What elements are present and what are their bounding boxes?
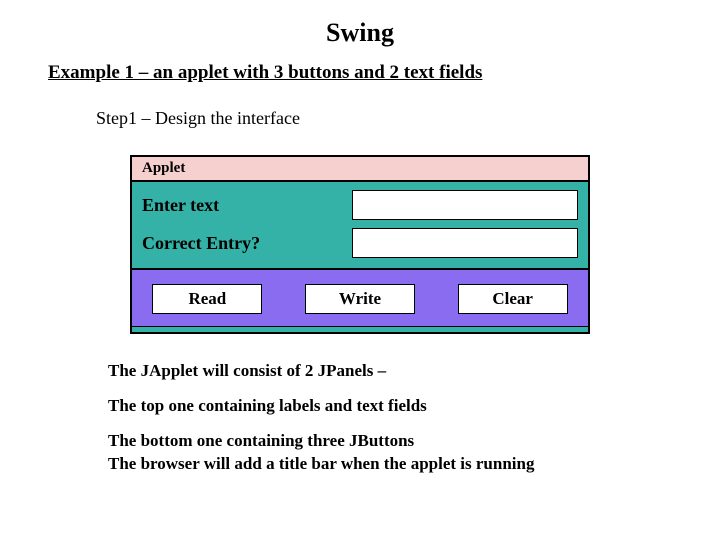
top-panel: Enter text Correct Entry?	[132, 182, 588, 268]
note-line: The bottom one containing three JButtons	[108, 430, 672, 453]
bottom-panel: Read Write Clear	[132, 268, 588, 326]
example-heading: Example 1 – an applet with 3 buttons and…	[48, 62, 672, 84]
write-button[interactable]: Write	[305, 284, 415, 314]
note-line: The JApplet will consist of 2 JPanels –	[108, 360, 672, 383]
applet-frame: Applet Enter text Correct Entry? Read Wr…	[130, 155, 590, 334]
step-heading: Step1 – Design the interface	[96, 108, 672, 129]
page-title: Swing	[48, 18, 672, 48]
field-row: Enter text	[142, 190, 578, 220]
notes-block: The JApplet will consist of 2 JPanels – …	[108, 360, 672, 476]
clear-button[interactable]: Clear	[458, 284, 568, 314]
read-button[interactable]: Read	[152, 284, 262, 314]
enter-text-label: Enter text	[142, 195, 352, 216]
enter-text-field[interactable]	[352, 190, 578, 220]
correct-entry-label: Correct Entry?	[142, 233, 352, 254]
field-row: Correct Entry?	[142, 228, 578, 258]
note-line: The browser will add a title bar when th…	[108, 453, 672, 476]
note-line: The top one containing labels and text f…	[108, 395, 672, 418]
footer-strip	[132, 326, 588, 332]
correct-entry-field[interactable]	[352, 228, 578, 258]
applet-title-bar: Applet	[132, 157, 588, 182]
